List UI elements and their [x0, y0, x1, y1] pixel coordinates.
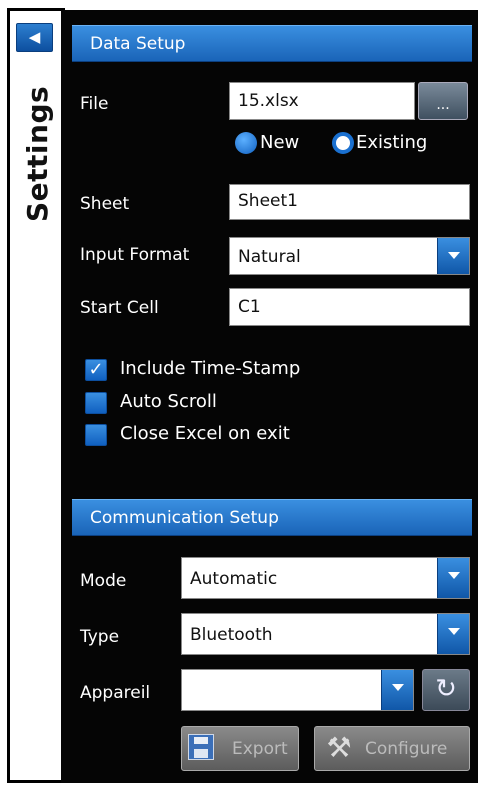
new-file-radio[interactable] — [235, 132, 257, 154]
export-button-label: Export — [232, 739, 288, 759]
type-value: Bluetooth — [190, 625, 273, 645]
file-label: File — [80, 94, 109, 114]
data-setup-header: Data Setup — [72, 25, 472, 62]
communication-setup-header: Communication Setup — [72, 499, 472, 536]
browse-file-button[interactable]: ... — [418, 82, 468, 120]
new-file-radio-label: New — [260, 132, 300, 153]
device-dropdown[interactable] — [181, 669, 414, 711]
auto-scroll-label: Auto Scroll — [120, 391, 217, 412]
chevron-down-icon[interactable] — [381, 670, 413, 710]
mode-value: Automatic — [190, 569, 278, 589]
device-label: Appareil — [80, 683, 151, 703]
configure-button-label: Configure — [365, 739, 448, 759]
save-icon — [188, 734, 214, 760]
sheet-input[interactable]: Sheet1 — [229, 184, 470, 220]
input-format-label: Input Format — [80, 245, 190, 265]
include-time-stamp-label: Include Time-Stamp — [120, 358, 301, 379]
mode-dropdown[interactable]: Automatic — [181, 557, 470, 599]
mode-label: Mode — [80, 571, 127, 591]
start-cell-input[interactable]: C1 — [229, 288, 470, 326]
type-dropdown[interactable]: Bluetooth — [181, 613, 470, 655]
input-format-value: Natural — [238, 247, 301, 267]
refresh-icon: ↻ — [435, 674, 457, 704]
sheet-label: Sheet — [80, 194, 130, 214]
input-format-dropdown[interactable]: Natural — [229, 237, 470, 275]
refresh-devices-button[interactable]: ↻ — [422, 669, 470, 711]
configure-button[interactable]: ⚒ Configure — [314, 726, 470, 771]
close-excel-checkbox[interactable] — [85, 424, 107, 446]
chevron-down-icon[interactable] — [437, 558, 469, 598]
sidebar-border-left — [7, 8, 10, 783]
tools-icon: ⚒ — [326, 731, 352, 764]
existing-file-radio-label: Existing — [356, 132, 428, 153]
sidebar-border-bottom — [7, 780, 65, 783]
existing-file-radio[interactable] — [332, 132, 354, 154]
start-cell-label: Start Cell — [80, 298, 159, 318]
chevron-down-icon[interactable] — [437, 614, 469, 654]
include-time-stamp-checkbox[interactable]: ✓ — [85, 359, 107, 381]
collapse-sidebar-button[interactable]: ◀ — [16, 23, 53, 52]
close-excel-label: Close Excel on exit — [120, 423, 290, 444]
sidebar-title: Settings — [18, 62, 62, 232]
sidebar-title-text: Settings — [21, 85, 54, 222]
communication-setup-title: Communication Setup — [90, 508, 279, 528]
chevron-left-icon: ◀ — [28, 28, 41, 46]
file-name-field[interactable]: 15.xlsx — [229, 82, 415, 120]
auto-scroll-checkbox[interactable] — [85, 392, 107, 414]
data-setup-title: Data Setup — [90, 34, 186, 54]
chevron-down-icon[interactable] — [437, 238, 469, 274]
type-label: Type — [80, 627, 120, 647]
sidebar-border-top — [7, 8, 65, 11]
export-button[interactable]: Export — [181, 726, 299, 771]
